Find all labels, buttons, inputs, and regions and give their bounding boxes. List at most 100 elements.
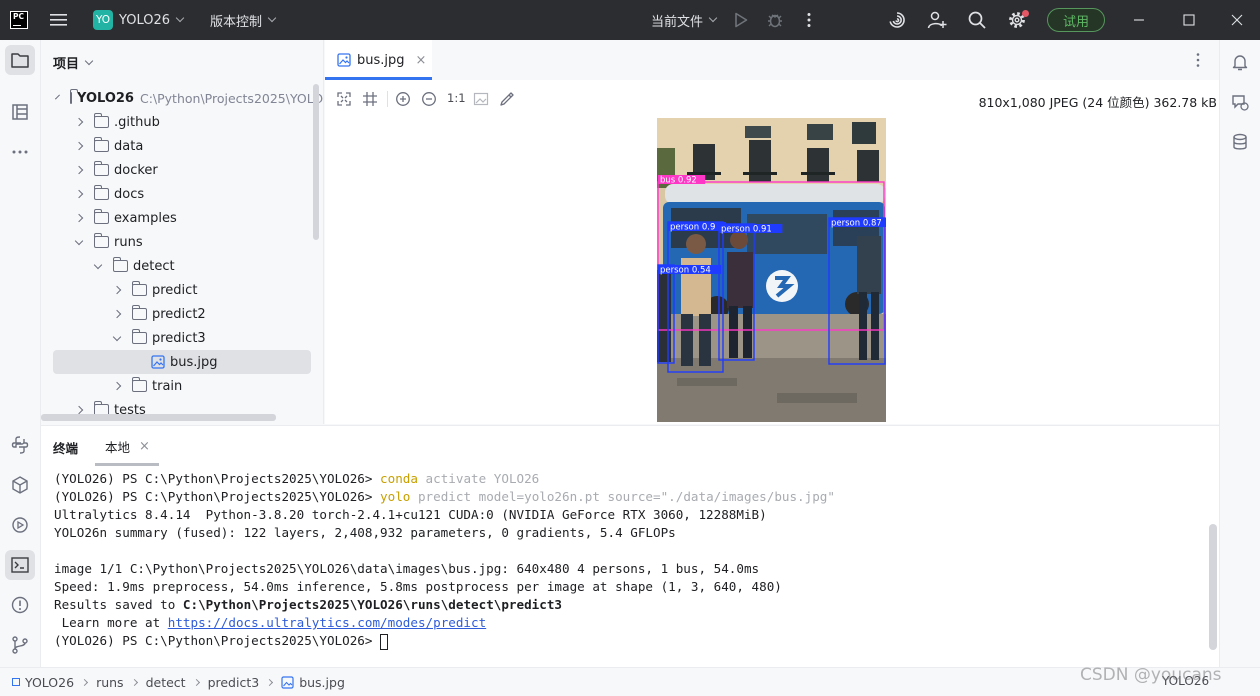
project-tool-button[interactable]	[5, 45, 35, 75]
image-file-icon	[281, 675, 294, 689]
run-config-selector[interactable]: 当前文件	[651, 0, 718, 40]
zoom-out-button[interactable]	[421, 91, 437, 107]
terminal-cursor	[380, 633, 389, 650]
breadcrumb-item[interactable]: predict3	[208, 675, 260, 690]
tree-root[interactable]: YOLO26 C:\Python\Projects2025\YOLO26	[41, 86, 324, 110]
debug-button[interactable]	[766, 0, 784, 40]
chevron-right-icon[interactable]	[74, 405, 84, 415]
tree-item-predict[interactable]: predict	[41, 278, 324, 302]
color-picker-button[interactable]	[499, 91, 515, 107]
notifications-button[interactable]	[1225, 47, 1255, 77]
chevron-right-icon[interactable]	[74, 141, 84, 151]
structure-tool-button[interactable]	[5, 97, 35, 127]
fit-zoom-button[interactable]	[336, 91, 352, 107]
tree-item-docker[interactable]: docker	[41, 158, 324, 182]
chevron-right-icon[interactable]	[74, 189, 84, 199]
more-tools-button[interactable]	[5, 137, 35, 167]
python-packages-button[interactable]	[5, 470, 35, 500]
notification-dot	[1022, 10, 1029, 17]
tree-item-train[interactable]: train	[41, 374, 324, 398]
tree-item-label: detect	[133, 258, 175, 274]
terminal-prompt: (YOLO26) PS C:\Python\Projects2025\YOLO2…	[54, 489, 381, 504]
bug-icon	[768, 14, 782, 28]
tree-item-runs[interactable]: runs	[41, 230, 324, 254]
chevron-right-icon	[81, 678, 89, 686]
tree-item-github[interactable]: .github	[41, 110, 324, 134]
structure-icon	[12, 104, 28, 120]
app-logo[interactable]: PC	[10, 0, 28, 40]
breadcrumb: YOLO26 runs detect predict3 bus.jpg	[0, 675, 345, 690]
database-button[interactable]	[1225, 127, 1255, 157]
git-button[interactable]	[5, 630, 35, 660]
settings-button[interactable]	[1007, 0, 1029, 40]
chevron-right-icon[interactable]	[112, 285, 122, 295]
trial-button[interactable]: 试用	[1047, 0, 1105, 40]
breadcrumb-item[interactable]: runs	[96, 675, 124, 690]
terminal-header: 终端 本地 ×	[41, 426, 1219, 466]
more-actions-button[interactable]	[806, 0, 812, 40]
breadcrumb-item[interactable]: bus.jpg	[281, 675, 345, 690]
chevron-down-icon[interactable]	[74, 236, 84, 245]
main-menu-button[interactable]	[50, 0, 68, 40]
folder-icon	[131, 305, 147, 320]
maximize-button[interactable]	[1183, 0, 1195, 40]
tree-item-examples[interactable]: examples	[41, 206, 324, 230]
tree-item-predict2[interactable]: predict2	[41, 302, 324, 326]
code-with-me-button[interactable]	[927, 0, 947, 40]
problems-button[interactable]	[5, 590, 35, 620]
chevron-right-icon[interactable]	[74, 213, 84, 223]
tree-root-name: YOLO26	[77, 90, 134, 106]
chevron-right-icon[interactable]	[74, 165, 84, 175]
tree-item-label: docs	[114, 186, 145, 202]
close-tab-icon[interactable]: ×	[139, 439, 150, 454]
search-icon	[968, 11, 986, 29]
chevron-right-icon[interactable]	[74, 117, 84, 127]
tab-more-button[interactable]	[1195, 52, 1201, 72]
terminal-tool-button[interactable]	[5, 550, 35, 580]
run-button[interactable]	[734, 0, 748, 40]
tree-item-detect[interactable]: detect	[41, 254, 324, 278]
ai-chat-button[interactable]	[1225, 87, 1255, 117]
detection-label: person 0.91	[721, 225, 772, 235]
chevron-down-icon[interactable]	[93, 260, 103, 269]
chevron-down-icon[interactable]	[112, 332, 122, 341]
tree-item-bus-jpg[interactable]: bus.jpg	[53, 350, 311, 374]
ai-assistant-button[interactable]	[887, 0, 907, 40]
fit-to-window-icon	[337, 92, 351, 106]
terminal-line: Results saved to C:\Python\Projects2025\…	[54, 596, 562, 614]
services-icon	[12, 517, 28, 533]
services-button[interactable]	[5, 510, 35, 540]
chevron-right-icon[interactable]	[112, 309, 122, 319]
tree-horizontal-scrollbar[interactable]	[41, 414, 276, 421]
tree-item-docs[interactable]: docs	[41, 182, 324, 206]
breadcrumb-item[interactable]: YOLO26	[12, 675, 74, 690]
terminal-args: activate YOLO26	[417, 471, 540, 486]
close-button[interactable]	[1231, 0, 1243, 40]
actual-size-button[interactable]: 1:1	[447, 91, 466, 105]
minimize-icon	[1134, 19, 1144, 21]
trial-label: 试用	[1047, 8, 1105, 32]
tab-local-terminal[interactable]: 本地 ×	[95, 426, 159, 466]
terminal-link[interactable]: https://docs.ultralytics.com/modes/predi…	[168, 615, 486, 630]
tree-item-data[interactable]: data	[41, 134, 324, 158]
terminal-line: Speed: 1.9ms preprocess, 54.0ms inferenc…	[54, 578, 782, 596]
interpreter-label[interactable]: YOLO26	[1162, 674, 1209, 688]
toggle-grid-button[interactable]	[362, 91, 378, 107]
project-switcher[interactable]: YO YOLO26	[93, 0, 185, 40]
project-panel-header[interactable]: 项目	[53, 53, 94, 72]
breadcrumb-item[interactable]: detect	[146, 675, 186, 690]
vcs-menu[interactable]: 版本控制	[210, 0, 277, 40]
search-button[interactable]	[967, 0, 987, 40]
close-tab-icon[interactable]: ×	[416, 53, 427, 68]
tree-vertical-scrollbar[interactable]	[313, 84, 319, 240]
python-console-button[interactable]	[5, 430, 35, 460]
chevron-right-icon[interactable]	[112, 381, 122, 391]
tree-item-predict3[interactable]: predict3	[41, 326, 324, 350]
image-preview[interactable]: bus 0.92 person 0.9 person 0.91 person 0.87…	[657, 118, 886, 422]
minimize-button[interactable]	[1133, 0, 1145, 40]
terminal-text: Learn more at	[54, 615, 168, 630]
tab-bus-jpg[interactable]: bus.jpg ×	[325, 40, 432, 80]
zoom-in-button[interactable]	[395, 91, 411, 107]
background-button[interactable]	[473, 91, 489, 107]
terminal-scrollbar[interactable]	[1209, 524, 1217, 650]
